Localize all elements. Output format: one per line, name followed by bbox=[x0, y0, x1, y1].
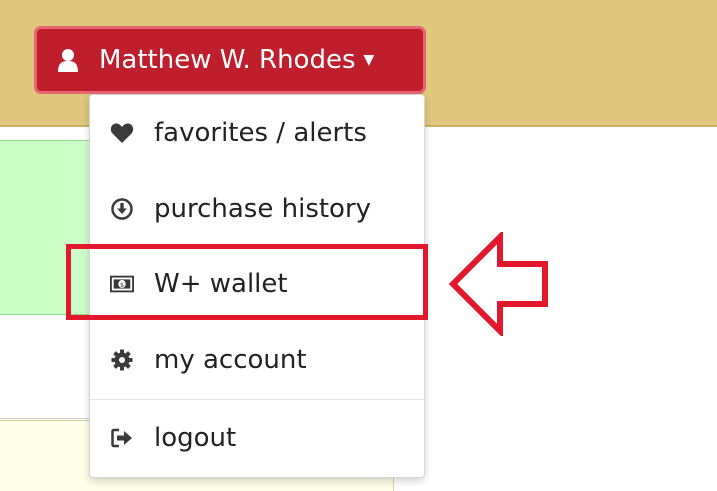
menu-item-label: favorites / alerts bbox=[154, 118, 367, 148]
download-circle-icon bbox=[110, 197, 134, 221]
menu-item-label: my account bbox=[154, 345, 307, 375]
annotation-arrow-icon bbox=[448, 232, 548, 336]
user-icon bbox=[57, 48, 79, 72]
gear-icon bbox=[110, 348, 134, 372]
chevron-down-icon: ▼ bbox=[363, 52, 375, 68]
heart-icon bbox=[110, 121, 134, 145]
user-name-label: Matthew W. Rhodes bbox=[99, 45, 356, 75]
menu-divider bbox=[90, 399, 424, 400]
user-menu-button[interactable]: Matthew W. Rhodes ▼ bbox=[34, 26, 426, 94]
content-divider bbox=[0, 418, 100, 419]
menu-item-label: logout bbox=[154, 423, 237, 453]
menu-item-my-account[interactable]: my account bbox=[90, 325, 424, 395]
sign-out-icon bbox=[110, 426, 134, 450]
menu-item-logout[interactable]: logout bbox=[90, 403, 424, 473]
menu-item-label: purchase history bbox=[154, 194, 372, 224]
annotation-highlight-box bbox=[66, 244, 428, 320]
menu-item-purchase-history[interactable]: purchase history bbox=[90, 174, 424, 244]
menu-item-favorites-alerts[interactable]: favorites / alerts bbox=[90, 98, 424, 168]
